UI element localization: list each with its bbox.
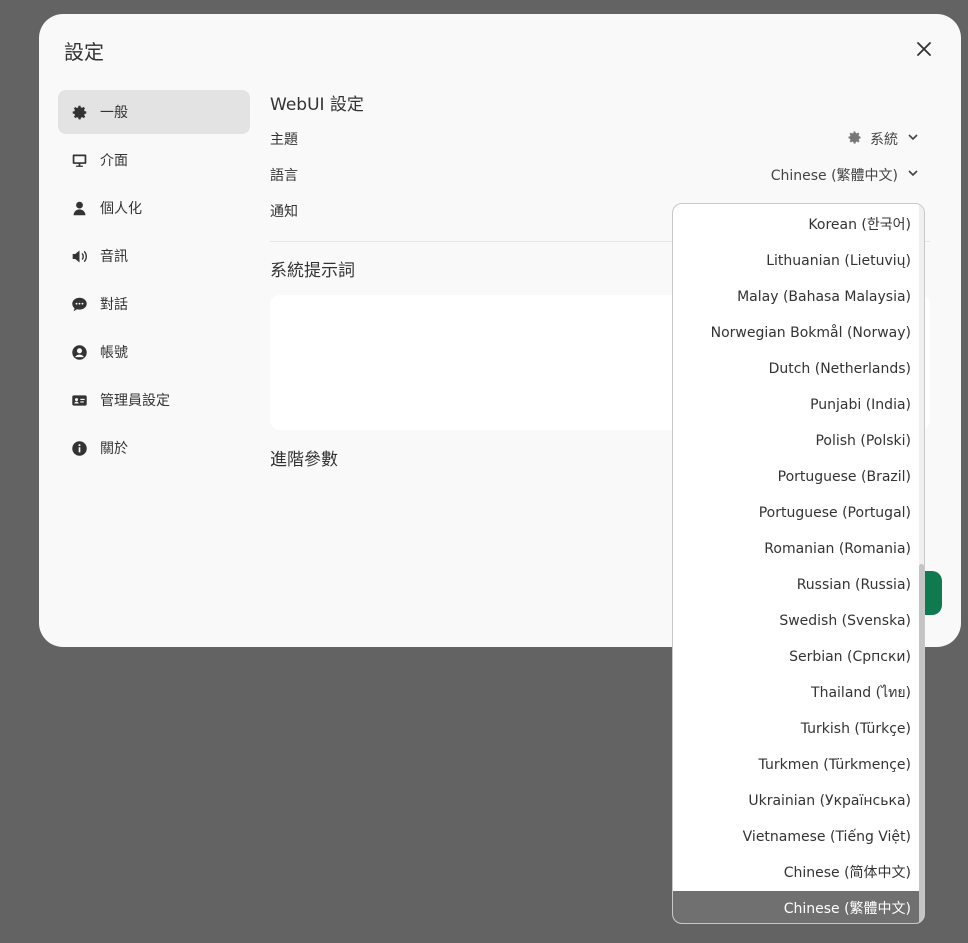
user-icon xyxy=(70,199,88,217)
close-icon xyxy=(916,41,932,61)
language-select[interactable]: Chinese (繁體中文) xyxy=(771,165,920,185)
language-option[interactable]: Chinese (繁體中文) xyxy=(673,891,919,923)
sidebar-item-label: 帳號 xyxy=(100,345,128,361)
info-icon xyxy=(70,439,88,457)
language-value: Chinese (繁體中文) xyxy=(770,168,898,184)
language-option[interactable]: Norwegian Bokmål (Norway) xyxy=(673,315,919,351)
sidebar-item-label: 介面 xyxy=(100,153,128,169)
sidebar-item-personalization[interactable]: 個人化 xyxy=(58,186,250,230)
sidebar-item-chats[interactable]: 對話 xyxy=(58,282,250,326)
language-option[interactable]: Vietnamese (Tiếng Việt) xyxy=(673,819,919,855)
language-option[interactable]: Korean (한국어) xyxy=(673,207,919,243)
theme-label: 主題 xyxy=(270,132,298,148)
sidebar-item-general[interactable]: 一般 xyxy=(58,90,250,134)
language-option[interactable]: Serbian (Српски) xyxy=(673,639,919,675)
language-option[interactable]: Lithuanian (Lietuvių) xyxy=(673,243,919,279)
language-option[interactable]: Dutch (Netherlands) xyxy=(673,351,919,387)
monitor-icon xyxy=(70,151,88,169)
language-option[interactable]: Chinese (简体中文) xyxy=(673,855,919,891)
sidebar-item-admin-settings[interactable]: 管理員設定 xyxy=(58,378,250,422)
theme-row: 主題 系統 xyxy=(270,121,930,157)
sidebar-item-label: 關於 xyxy=(100,441,128,457)
sidebar-item-about[interactable]: 關於 xyxy=(58,426,250,470)
settings-sidebar: 一般 介面 個人化 音訊 對話 帳號 管理員設定 關於 xyxy=(58,90,250,474)
language-option[interactable]: Punjabi (India) xyxy=(673,387,919,423)
language-option[interactable]: Portuguese (Portugal) xyxy=(673,495,919,531)
language-dropdown: Korean (한국어) Lithuanian (Lietuvių) Malay (… xyxy=(672,203,925,924)
id-card-icon xyxy=(70,391,88,409)
language-option[interactable]: Turkish (Türkçe) xyxy=(673,711,919,747)
sidebar-item-label: 一般 xyxy=(100,105,128,121)
language-option[interactable]: Thailand (ไทย) xyxy=(673,675,919,711)
theme-value: 系統 xyxy=(870,132,898,148)
gear-icon xyxy=(70,103,88,121)
close-button[interactable] xyxy=(913,40,935,62)
sidebar-item-label: 管理員設定 xyxy=(100,393,170,409)
language-option[interactable]: Russian (Russia) xyxy=(673,567,919,603)
language-option[interactable]: Portuguese (Brazil) xyxy=(673,459,919,495)
language-option[interactable]: Malay (Bahasa Malaysia) xyxy=(673,279,919,315)
language-option[interactable]: Turkmen (Türkmençe) xyxy=(673,747,919,783)
gear-icon xyxy=(847,130,862,149)
sidebar-item-label: 音訊 xyxy=(100,249,128,265)
sidebar-item-account[interactable]: 帳號 xyxy=(58,330,250,374)
sidebar-item-audio[interactable]: 音訊 xyxy=(58,234,250,278)
scrollbar-thumb[interactable] xyxy=(919,564,924,923)
chevron-down-icon xyxy=(906,166,920,184)
theme-select[interactable]: 系統 xyxy=(847,129,920,149)
chat-bubble-icon xyxy=(70,295,88,313)
language-option[interactable]: Polish (Polski) xyxy=(673,423,919,459)
language-options-list: Korean (한국어) Lithuanian (Lietuvių) Malay (… xyxy=(673,207,919,923)
language-option[interactable]: Romanian (Romania) xyxy=(673,531,919,567)
speaker-icon xyxy=(70,247,88,265)
language-row: 語言 Chinese (繁體中文) xyxy=(270,157,930,193)
webui-settings-title: WebUI 設定 xyxy=(270,95,364,115)
modal-title: 設定 xyxy=(64,40,104,64)
language-label: 語言 xyxy=(270,168,298,184)
language-option[interactable]: Ukrainian (Українська) xyxy=(673,783,919,819)
sidebar-item-label: 對話 xyxy=(100,297,128,313)
user-circle-icon xyxy=(70,343,88,361)
sidebar-item-interface[interactable]: 介面 xyxy=(58,138,250,182)
language-option[interactable]: Swedish (Svenska) xyxy=(673,603,919,639)
chevron-down-icon xyxy=(906,130,920,148)
notification-label: 通知 xyxy=(270,204,298,220)
sidebar-item-label: 個人化 xyxy=(100,201,142,217)
